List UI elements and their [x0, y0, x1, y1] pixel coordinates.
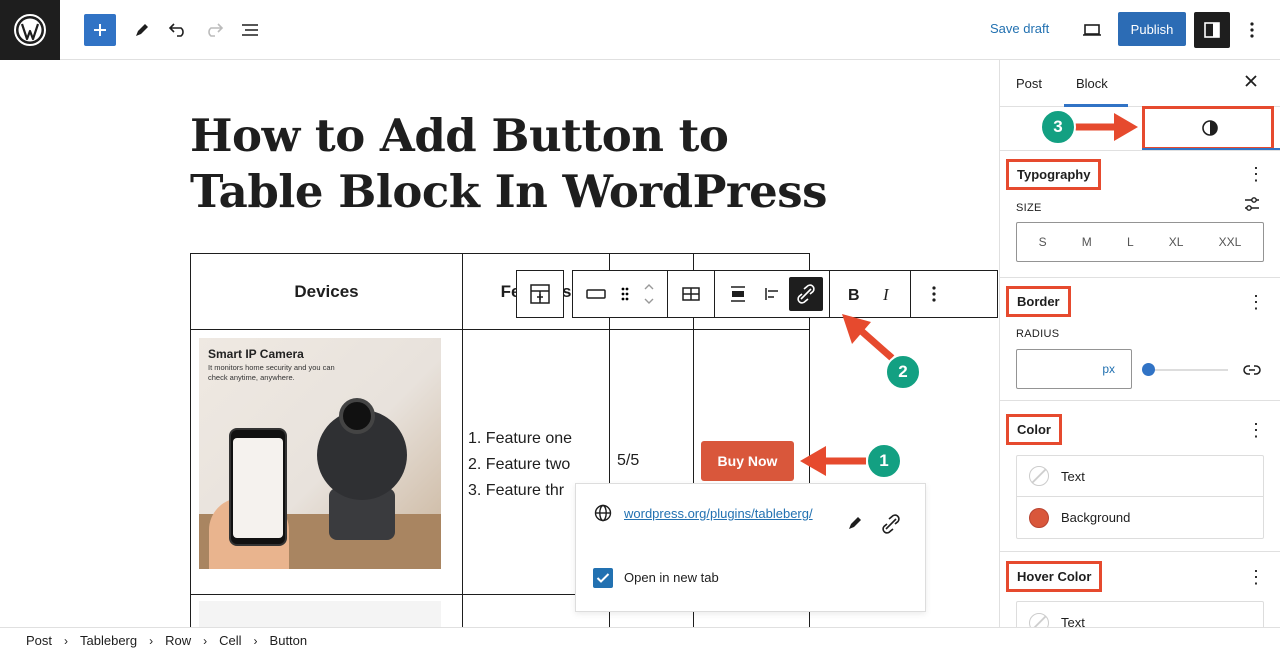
settings-toggle-button[interactable] [1194, 12, 1230, 48]
editor-canvas: How to Add Button to Table Block In Word… [0, 60, 999, 627]
arrowhead-1 [800, 446, 826, 476]
chevron-right-icon: › [149, 633, 154, 648]
tools-button[interactable] [130, 18, 154, 42]
undo-icon [168, 23, 184, 37]
breadcrumb-item[interactable]: Row [165, 633, 191, 648]
wordpress-logo-button[interactable] [0, 0, 60, 60]
save-draft-button[interactable]: Save draft [990, 21, 1049, 36]
publish-button[interactable]: Publish [1118, 12, 1186, 46]
wordpress-icon [14, 14, 46, 46]
breadcrumb-item: Button [269, 633, 308, 648]
arrow-2 [855, 325, 895, 361]
editor-top-bar: Save draft Publish [0, 0, 1280, 60]
document-overview-button[interactable] [238, 18, 262, 42]
laptop-icon [1083, 24, 1101, 36]
undo-button[interactable] [166, 18, 190, 42]
settings-sidebar: Post Block Typography ⋮ SIZE S M L XL XX… [999, 60, 1280, 627]
chevron-right-icon: › [253, 633, 258, 648]
annotation-badge-1: 1 [866, 443, 902, 479]
annotation-badge-3: 3 [1040, 109, 1076, 145]
annotation-arrows [800, 314, 895, 476]
breadcrumb-item[interactable]: Cell [219, 633, 241, 648]
pencil-icon [136, 24, 148, 36]
plus-icon [94, 24, 106, 36]
kebab-icon [1250, 22, 1254, 38]
chevron-right-icon: › [64, 633, 69, 648]
breadcrumb-item[interactable]: Post [26, 633, 52, 648]
redo-button[interactable] [202, 18, 226, 42]
annotation-arrow-3 [1070, 113, 1138, 141]
breadcrumb-item[interactable]: Tableberg [80, 633, 137, 648]
annotation-badge-2: 2 [885, 354, 921, 390]
preview-button[interactable] [1080, 18, 1104, 42]
chevron-right-icon: › [203, 633, 208, 648]
list-view-icon [242, 24, 258, 36]
breadcrumb: Post › Tableberg › Row › Cell › Button [0, 627, 1280, 653]
sidebar-icon [1204, 22, 1220, 38]
redo-icon [208, 23, 224, 37]
options-button[interactable] [1240, 18, 1264, 42]
add-block-button[interactable] [84, 14, 116, 46]
